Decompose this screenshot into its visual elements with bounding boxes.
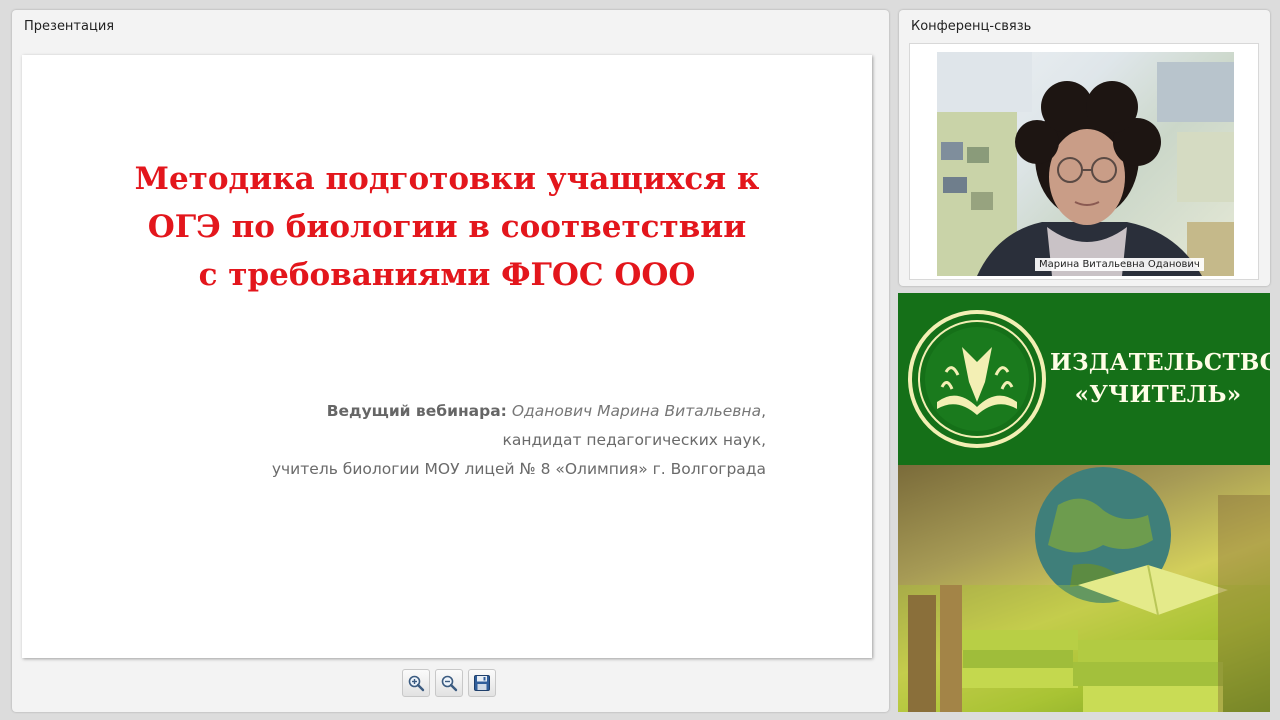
person-silhouette <box>977 81 1202 276</box>
participant-name-tag: Марина Витальевна Оданович <box>1035 258 1204 271</box>
conference-panel-title: Конференц-связь <box>911 19 1032 34</box>
publisher-logo-icon <box>908 310 1046 448</box>
presenter-name-suffix: , <box>761 402 766 420</box>
banner-image <box>898 465 1270 712</box>
save-button[interactable] <box>468 669 496 697</box>
slide-title-line: ОГЭ по биологии в соответствии <box>147 209 747 245</box>
presenter-name: Оданович Марина Витальевна <box>511 402 762 420</box>
zoom-in-button[interactable] <box>402 669 430 697</box>
zoom-out-icon <box>441 675 458 692</box>
presentation-panel-title: Презентация <box>24 19 115 34</box>
slide-title-line: с требованиями ФГОС ООО <box>198 257 696 293</box>
presenter-degree: кандидат педагогических наук, <box>502 431 766 449</box>
save-icon <box>474 675 490 691</box>
presentation-slide: Методика подготовки учащихся к ОГЭ по би… <box>22 55 872 658</box>
conference-panel: Конференц-связь Марина Витальевна Оданов… <box>899 10 1270 286</box>
publisher-name-line1: ИЗДАТЕЛЬСТВО <box>1050 349 1270 376</box>
presenter-job: учитель биологии МОУ лицей № 8 «Олимпия»… <box>271 460 766 478</box>
video-feed: Марина Витальевна Оданович <box>909 43 1259 280</box>
presenter-info: Ведущий вебинара: Оданович Марина Виталь… <box>272 397 766 484</box>
presentation-panel: Презентация Методика подготовки учащихся… <box>12 10 889 712</box>
slide-title: Методика подготовки учащихся к ОГЭ по би… <box>52 155 842 299</box>
publisher-banner: ИЗДАТЕЛЬСТВО «УЧИТЕЛЬ» <box>898 293 1270 712</box>
publisher-name-line2: «УЧИТЕЛЬ» <box>1074 381 1242 408</box>
banner-header: ИЗДАТЕЛЬСТВО «УЧИТЕЛЬ» <box>898 293 1270 465</box>
webcam-image: Марина Витальевна Оданович <box>937 52 1234 276</box>
zoom-out-button[interactable] <box>435 669 463 697</box>
slide-title-line: Методика подготовки учащихся к <box>134 161 760 197</box>
books-globe-illustration <box>898 467 1270 712</box>
publisher-name: ИЗДАТЕЛЬСТВО «УЧИТЕЛЬ» <box>1050 347 1270 411</box>
presenter-label: Ведущий вебинара: <box>326 402 507 420</box>
zoom-in-icon <box>408 675 425 692</box>
presentation-toolbar <box>402 669 496 699</box>
